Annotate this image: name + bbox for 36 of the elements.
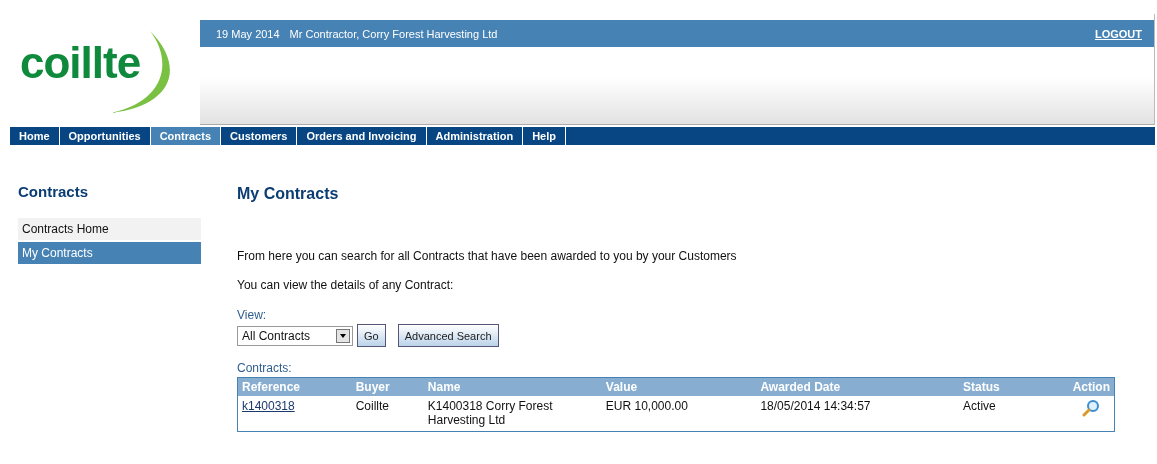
nav-tab[interactable]: Help — [523, 127, 566, 145]
column-header: Action — [1035, 377, 1115, 396]
hint-text: You can view the details of any Contract: — [237, 278, 455, 292]
nav-tab[interactable]: Orders and Invoicing — [297, 127, 427, 145]
go-button[interactable]: Go — [357, 324, 386, 347]
nav-tab[interactable]: Administration — [426, 127, 524, 145]
nav-tab[interactable]: Contracts — [150, 127, 221, 145]
column-header: Value — [601, 377, 757, 396]
column-header: Awarded Date — [756, 377, 960, 396]
reference-link[interactable]: k1400318 — [242, 399, 295, 413]
advanced-search-button[interactable]: Advanced Search — [397, 324, 499, 347]
table-cell: EUR 10,000.00 — [601, 396, 757, 432]
nav-tab[interactable]: Opportunities — [59, 127, 151, 145]
column-header: Buyer — [351, 377, 424, 396]
search-icon[interactable] — [1082, 399, 1100, 417]
view-label: View: — [237, 308, 268, 322]
column-header: Status — [959, 377, 1036, 396]
logout-link[interactable]: LOGOUT — [1094, 27, 1142, 40]
table-cell: Active — [959, 396, 1036, 432]
intro-text: From here you can search for all Contracts that have been awarded to you by your Customers — [237, 249, 738, 263]
table-caption: Contracts: — [237, 361, 293, 375]
sidebar-item[interactable]: Contracts Home — [18, 218, 201, 240]
header-date: 19 May 2014 — [216, 27, 280, 40]
sidebar-item[interactable]: My Contracts — [18, 242, 201, 264]
column-header: Name — [423, 377, 602, 396]
nav-tab[interactable]: Home — [10, 127, 60, 145]
table-cell: Coillte — [351, 396, 424, 432]
nav-tab[interactable]: Customers — [221, 127, 298, 145]
user-name: Mr Contractor, Corry Forest Harvesting Ltd — [289, 27, 498, 40]
column-header: Reference — [237, 377, 352, 396]
logo: coillte — [20, 37, 141, 88]
sidebar-title: Contracts — [18, 183, 89, 200]
view-dropdown[interactable]: All Contracts — [237, 325, 353, 346]
table-cell: K1400318 Corry Forest Harvesting Ltd — [423, 396, 602, 432]
table-cell: 18/05/2014 14:34:57 — [756, 396, 960, 432]
page-title: My Contracts — [237, 185, 340, 203]
